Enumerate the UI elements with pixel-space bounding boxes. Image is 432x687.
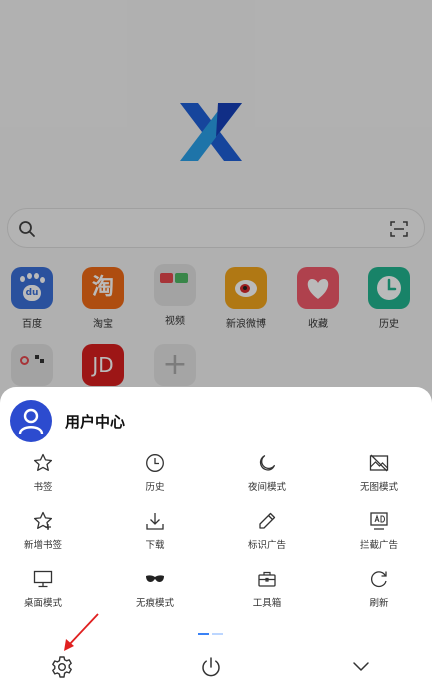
menu-label: 工具箱 — [252, 598, 282, 609]
menu-add-bookmark[interactable]: 新增书签 — [0, 511, 93, 551]
clock-icon — [146, 454, 164, 472]
menu-sheet: 用户中心 书签 历史 夜间模式 无图模式 新增书签 下载 标识广告 拦截广告 桌… — [0, 387, 432, 687]
menu-label: 无痕模式 — [135, 598, 174, 609]
menu-bookmarks[interactable]: 书签 — [0, 453, 93, 493]
menu-history[interactable]: 历史 — [105, 453, 205, 493]
menu-label: 书签 — [33, 482, 53, 493]
ad-block-icon — [370, 512, 388, 530]
menu-label: 刷新 — [369, 598, 389, 609]
menu-incognito-mode[interactable]: 无痕模式 — [105, 569, 205, 609]
menu-no-image-mode[interactable]: 无图模式 — [329, 453, 429, 493]
menu-label: 下载 — [145, 540, 165, 551]
user-center[interactable]: 用户中心 — [10, 400, 125, 442]
desktop-icon — [33, 570, 53, 588]
no-image-icon — [369, 454, 389, 472]
power-icon[interactable] — [199, 655, 223, 679]
menu-downloads[interactable]: 下载 — [105, 511, 205, 551]
menu-toolbox[interactable]: 工具箱 — [217, 569, 317, 609]
menu-refresh[interactable]: 刷新 — [329, 569, 429, 609]
menu-label: 夜间模式 — [247, 482, 286, 493]
menu-label: 新增书签 — [23, 540, 62, 551]
chevron-down-icon[interactable] — [349, 655, 373, 679]
gear-icon[interactable] — [50, 655, 74, 679]
moon-icon — [259, 455, 275, 471]
menu-mark-ads[interactable]: 标识广告 — [217, 511, 317, 551]
star-icon — [33, 453, 53, 471]
menu-label: 无图模式 — [359, 482, 398, 493]
menu-label: 标识广告 — [247, 540, 286, 551]
avatar — [10, 400, 52, 442]
menu-night-mode[interactable]: 夜间模式 — [217, 453, 317, 493]
menu-desktop-mode[interactable]: 桌面模式 — [0, 569, 93, 609]
refresh-icon — [370, 571, 387, 588]
page-dot-active — [198, 633, 209, 635]
menu-label: 桌面模式 — [23, 598, 62, 609]
toolbox-icon — [258, 571, 276, 587]
menu-label: 历史 — [145, 482, 165, 493]
download-icon — [146, 513, 164, 530]
pen-icon — [259, 512, 276, 529]
mask-icon — [146, 575, 164, 582]
menu-label: 拦截广告 — [359, 540, 398, 551]
menu-block-ads[interactable]: 拦截广告 — [329, 511, 429, 551]
user-icon — [18, 408, 44, 435]
star-plus-icon — [33, 511, 53, 530]
user-center-title: 用户中心 — [65, 412, 126, 431]
page-dot — [212, 633, 223, 635]
page-indicator — [198, 633, 223, 635]
